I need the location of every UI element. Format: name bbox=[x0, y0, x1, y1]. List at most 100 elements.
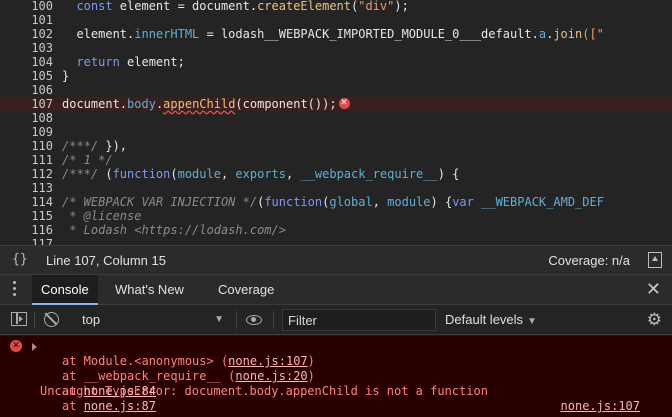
line-number[interactable]: 112 bbox=[0, 167, 53, 181]
code-text: /* WEBPACK VAR INJECTION */(function(glo… bbox=[62, 195, 604, 209]
code-token: createElement bbox=[257, 0, 351, 13]
code-token: var bbox=[452, 195, 474, 209]
code-token: = lodash__WEBPACK_IMPORTED_MODULE_0___de… bbox=[199, 27, 539, 41]
code-token: * @license bbox=[62, 209, 142, 223]
console-settings-gear-icon[interactable]: ⚙ bbox=[647, 311, 662, 328]
console-filter-input[interactable] bbox=[282, 309, 436, 331]
code-text: document.body.appenChild(component()); ✕ bbox=[62, 97, 350, 111]
code-line[interactable]: 108 bbox=[0, 111, 672, 125]
code-line[interactable]: 111 /* 1 */ bbox=[0, 153, 672, 167]
expand-triangle-icon[interactable] bbox=[32, 343, 37, 351]
tab-coverage[interactable]: Coverage bbox=[209, 275, 283, 305]
stack-frame-link[interactable]: none.js:20 bbox=[235, 369, 307, 383]
line-number[interactable]: 103 bbox=[0, 41, 53, 55]
code-line[interactable]: 106 bbox=[0, 83, 672, 97]
code-line[interactable]: 103 bbox=[0, 41, 672, 55]
code-token: module bbox=[387, 195, 431, 209]
console-messages: ✕ Uncaught TypeError: document.body.appe… bbox=[0, 335, 672, 417]
inline-error-icon[interactable]: ✕ bbox=[338, 98, 350, 109]
code-line[interactable]: 112/***/ (function(module, exports, __we… bbox=[0, 167, 672, 181]
code-token: const bbox=[76, 0, 113, 13]
code-line[interactable]: 115 * @license bbox=[0, 209, 672, 223]
line-number[interactable]: 108 bbox=[0, 111, 53, 125]
code-token: /***/ bbox=[62, 167, 99, 181]
line-number[interactable]: 107 bbox=[0, 97, 53, 111]
line-number[interactable]: 115 bbox=[0, 209, 53, 223]
code-token: join bbox=[553, 27, 583, 41]
stack-frame-link[interactable]: none.js:84 bbox=[84, 384, 156, 398]
line-number[interactable]: 117 bbox=[0, 237, 53, 245]
source-code-editor[interactable]: 100 const element = document.createEleme… bbox=[0, 0, 672, 245]
line-number[interactable]: 106 bbox=[0, 83, 53, 97]
code-token: (component()); bbox=[235, 97, 337, 111]
stack-frame-suffix: ) bbox=[307, 369, 315, 383]
code-token: element = document. bbox=[112, 0, 258, 13]
code-token: }), bbox=[98, 139, 128, 153]
code-token: "div" bbox=[358, 0, 395, 13]
line-number[interactable]: 113 bbox=[0, 181, 53, 195]
code-token: appenChild bbox=[163, 97, 236, 111]
stack-frame-link[interactable]: none.js:87 bbox=[84, 399, 156, 413]
code-token: , bbox=[372, 195, 388, 209]
code-token: * Lodash <https://lodash.com/> bbox=[62, 223, 286, 237]
code-line[interactable]: 104 return element; bbox=[0, 55, 672, 69]
code-line[interactable]: 107 document.body.appenChild(component())… bbox=[0, 97, 672, 111]
line-number[interactable]: 105 bbox=[0, 69, 53, 83]
code-line[interactable]: 113 bbox=[0, 181, 672, 195]
toolbar-divider bbox=[34, 311, 35, 329]
pretty-print-button[interactable]: {} bbox=[12, 252, 28, 267]
code-text: } bbox=[62, 69, 69, 83]
line-number[interactable]: 104 bbox=[0, 55, 53, 69]
line-number[interactable]: 102 bbox=[0, 27, 53, 41]
tab-console[interactable]: Console bbox=[32, 275, 98, 305]
chevron-down-icon: ▼ bbox=[214, 314, 224, 325]
line-number[interactable]: 111 bbox=[0, 153, 53, 167]
line-number[interactable]: 109 bbox=[0, 125, 53, 139]
console-error-message[interactable]: ✕ Uncaught TypeError: document.body.appe… bbox=[0, 339, 672, 413]
code-token: ( bbox=[98, 167, 113, 181]
cursor-position: Line 107, Column 15 bbox=[46, 253, 166, 268]
code-token: document. bbox=[62, 97, 128, 111]
clear-console-icon[interactable] bbox=[44, 312, 59, 327]
line-number[interactable]: 101 bbox=[0, 13, 53, 27]
stack-frame-suffix: ) bbox=[307, 354, 315, 368]
line-number[interactable]: 110 bbox=[0, 139, 53, 153]
live-expression-eye-icon[interactable] bbox=[246, 315, 262, 325]
more-tools-menu-icon[interactable] bbox=[13, 281, 17, 299]
close-drawer-icon[interactable]: ✕ bbox=[646, 279, 661, 300]
coverage-panel-icon[interactable] bbox=[648, 252, 662, 268]
code-line[interactable]: 110 /***/ }), bbox=[0, 139, 672, 153]
code-token: function bbox=[112, 167, 171, 181]
execution-context-value: top bbox=[82, 312, 101, 327]
execution-context-select[interactable]: top ▼ bbox=[72, 305, 232, 335]
editor-status-bar: {} Line 107, Column 15 Coverage: n/a bbox=[0, 245, 672, 275]
console-toolbar: top ▼ Default levels▼ ⚙ bbox=[0, 305, 672, 335]
code-line[interactable]: 117 bbox=[0, 237, 672, 245]
tab-whats-new[interactable]: What's New bbox=[106, 275, 193, 305]
code-text: /***/ }), bbox=[62, 139, 127, 153]
stack-frame-link[interactable]: none.js:107 bbox=[228, 354, 307, 368]
code-token: ) { bbox=[430, 195, 453, 209]
code-line[interactable]: 101 bbox=[0, 13, 672, 27]
code-token: innerHTML bbox=[134, 27, 200, 41]
code-token: global bbox=[329, 195, 373, 209]
code-token: /***/ bbox=[62, 139, 99, 153]
toolbar-divider bbox=[273, 311, 274, 329]
code-token: return bbox=[76, 55, 120, 69]
line-number[interactable]: 116 bbox=[0, 223, 53, 237]
code-line[interactable]: 114 /* WEBPACK VAR INJECTION */(function(… bbox=[0, 195, 672, 209]
code-token: /* 1 */ bbox=[62, 153, 113, 167]
code-line[interactable]: 109 bbox=[0, 125, 672, 139]
stack-frame-prefix: at Module.<anonymous> ( bbox=[62, 354, 229, 368]
code-line[interactable]: 102 element.innerHTML = lodash__WEBPACK_… bbox=[0, 27, 672, 41]
show-console-sidebar-icon[interactable] bbox=[11, 312, 27, 326]
line-number[interactable]: 100 bbox=[0, 0, 53, 13]
line-number[interactable]: 114 bbox=[0, 195, 53, 209]
code-line[interactable]: 116 * Lodash <https://lodash.com/> bbox=[0, 223, 672, 237]
code-line[interactable]: 100 const element = document.createEleme… bbox=[0, 0, 672, 13]
code-line[interactable]: 105} bbox=[0, 69, 672, 83]
code-text: const element = document.createElement("… bbox=[62, 0, 408, 13]
log-levels-select[interactable]: Default levels ▼ bbox=[445, 305, 537, 335]
code-token: /* WEBPACK VAR INJECTION */ bbox=[62, 195, 258, 209]
